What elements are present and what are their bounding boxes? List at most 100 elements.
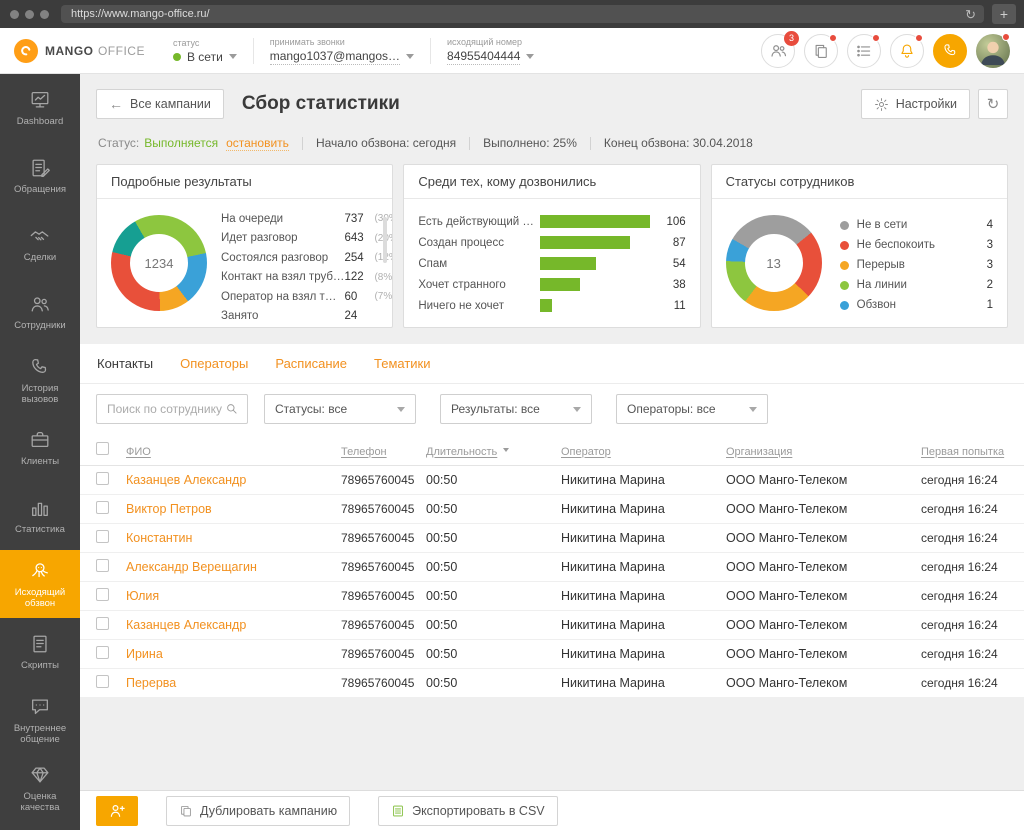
table-row[interactable]: Казанцев Александр 78965760045 00:50 Ник… <box>80 611 1024 640</box>
tab-schedule[interactable]: Расписание <box>275 356 347 371</box>
bar-value: 38 <box>660 279 686 291</box>
row-checkbox[interactable] <box>96 530 109 543</box>
row-checkbox[interactable] <box>96 617 109 630</box>
stop-campaign-link[interactable]: остановить <box>226 136 289 151</box>
bar-fill <box>540 278 579 291</box>
requests-icon <box>29 157 51 179</box>
column-header-fio[interactable]: ФИО <box>126 446 151 458</box>
table-row[interactable]: Виктор Петров 78965760045 00:50 Никитина… <box>80 495 1024 524</box>
sidebar-item-deals[interactable]: Сделки <box>0 210 80 278</box>
table-row[interactable]: Александр Верещагин 78965760045 00:50 Ни… <box>80 553 1024 582</box>
employee-legend-row: Обзвон 1 <box>840 295 993 315</box>
outgoing-number-dropdown[interactable]: исходящий номер 84955404444 <box>447 37 534 65</box>
refresh-button[interactable]: ↻ <box>978 89 1008 119</box>
table-row[interactable]: Юлия 78965760045 00:50 Никитина Марина О… <box>80 582 1024 611</box>
contact-name-link[interactable]: Перерва <box>126 676 341 690</box>
sidebar-item-requests[interactable]: Обращения <box>0 142 80 210</box>
row-checkbox[interactable] <box>96 559 109 572</box>
organization-name: ООО Манго-Телеком <box>726 502 921 516</box>
reload-icon[interactable]: ↻ <box>965 8 976 21</box>
row-checkbox[interactable] <box>96 675 109 688</box>
tab-operators[interactable]: Операторы <box>180 356 248 371</box>
accept-calls-dropdown[interactable]: принимать звонки mango1037@mangos… <box>270 37 414 65</box>
column-header-phone[interactable]: Телефон <box>341 446 387 458</box>
call-button[interactable] <box>933 34 967 68</box>
search-box[interactable] <box>96 394 248 424</box>
sidebar-item-clients[interactable]: Клиенты <box>0 414 80 482</box>
notifications-button[interactable] <box>890 34 924 68</box>
url-bar[interactable]: https://www.mango-office.ru/ ↻ <box>61 5 984 23</box>
logo-text: MANGO OFFICE <box>45 42 145 60</box>
sidebar-item-employees[interactable]: Сотрудники <box>0 278 80 346</box>
window-close-icon[interactable] <box>10 10 19 19</box>
operators-filter-dropdown[interactable]: Операторы: все <box>616 394 768 424</box>
status-value: В сети <box>187 50 223 64</box>
column-header-organization[interactable]: Организация <box>726 446 792 458</box>
url-text: https://www.mango-office.ru/ <box>71 8 965 20</box>
search-input[interactable] <box>107 402 225 416</box>
copy-pages-button[interactable] <box>804 34 838 68</box>
new-tab-button[interactable]: + <box>992 4 1016 24</box>
table-row[interactable]: Константин 78965760045 00:50 Никитина Ма… <box>80 524 1024 553</box>
user-avatar[interactable] <box>976 34 1010 68</box>
table-row[interactable]: Перерва 78965760045 00:50 Никитина Марин… <box>80 669 1024 698</box>
queue-list-button[interactable] <box>847 34 881 68</box>
column-header-duration[interactable]: Длительность <box>426 446 497 458</box>
notification-dot <box>829 34 837 42</box>
select-all-checkbox[interactable] <box>96 442 109 455</box>
bar-fill <box>540 215 649 228</box>
sidebar-item-call-history[interactable]: История вызовов <box>0 346 80 414</box>
bar-label: Хочет странного <box>418 279 534 291</box>
result-legend-row: На очереди 737 (30%) <box>221 209 392 229</box>
sidebar-item-quality[interactable]: Оценка качества <box>0 754 80 822</box>
organization-name: ООО Манго-Телеком <box>726 676 921 690</box>
sidebar-item-statistics[interactable]: Статистика <box>0 482 80 550</box>
sidebar-item-internal-chat[interactable]: Внутреннее общение <box>0 686 80 754</box>
result-pct: (8%) <box>374 272 392 283</box>
contact-name-link[interactable]: Виктор Петров <box>126 502 341 516</box>
divider <box>253 38 254 64</box>
tab-contacts[interactable]: Контакты <box>97 356 153 371</box>
contact-name-link[interactable]: Ирина <box>126 647 341 661</box>
sidebar-item-scripts[interactable]: Скрипты <box>0 618 80 686</box>
tab-topics[interactable]: Тематики <box>374 356 431 371</box>
window-minimize-icon[interactable] <box>25 10 34 19</box>
contact-phone: 78965760045 <box>341 676 426 690</box>
row-checkbox[interactable] <box>96 588 109 601</box>
main-content: ← Все кампании Сбор статистики Настройки… <box>80 74 1024 830</box>
back-to-campaigns-button[interactable]: ← Все кампании <box>96 89 224 119</box>
duplicate-campaign-button[interactable]: Дублировать кампанию <box>166 796 350 826</box>
operator-name: Никитина Марина <box>561 560 726 574</box>
window-maximize-icon[interactable] <box>40 10 49 19</box>
export-csv-button[interactable]: Экспортировать в CSV <box>378 796 558 826</box>
bar-fill <box>540 299 551 312</box>
table-row[interactable]: Ирина 78965760045 00:50 Никитина Марина … <box>80 640 1024 669</box>
notification-badge: 3 <box>784 31 799 46</box>
results-filter-dropdown[interactable]: Результаты: все <box>440 394 592 424</box>
contact-name-link[interactable]: Александр Верещагин <box>126 560 341 574</box>
contact-name-link[interactable]: Казанцев Александр <box>126 473 341 487</box>
sidebar-item-dashboard[interactable]: Dashboard <box>0 74 80 142</box>
contacts-button[interactable]: 3 <box>761 34 795 68</box>
notification-dot <box>872 34 880 42</box>
sidebar-item-outbound-calls[interactable]: Исходящий обзвон <box>0 550 80 618</box>
row-checkbox[interactable] <box>96 472 109 485</box>
user-status-dropdown[interactable]: статус В сети <box>173 38 237 64</box>
add-contacts-button[interactable] <box>96 796 138 826</box>
contact-name-link[interactable]: Константин <box>126 531 341 545</box>
legend-dot <box>840 261 849 270</box>
window-controls[interactable] <box>10 10 49 19</box>
contact-name-link[interactable]: Юлия <box>126 589 341 603</box>
column-header-first-attempt[interactable]: Первая попытка <box>921 446 1004 458</box>
row-checkbox[interactable] <box>96 646 109 659</box>
mango-office-logo[interactable]: MANGO OFFICE <box>14 39 145 63</box>
row-checkbox[interactable] <box>96 501 109 514</box>
table-row[interactable]: Казанцев Александр 78965760045 00:50 Ник… <box>80 466 1024 495</box>
emp-value: 2 <box>987 279 993 291</box>
bell-icon <box>898 42 916 60</box>
statuses-filter-dropdown[interactable]: Статусы: все <box>264 394 416 424</box>
legend-scrollbar[interactable] <box>383 217 387 263</box>
contact-name-link[interactable]: Казанцев Александр <box>126 618 341 632</box>
column-header-operator[interactable]: Оператор <box>561 446 611 458</box>
settings-button[interactable]: Настройки <box>861 89 970 119</box>
